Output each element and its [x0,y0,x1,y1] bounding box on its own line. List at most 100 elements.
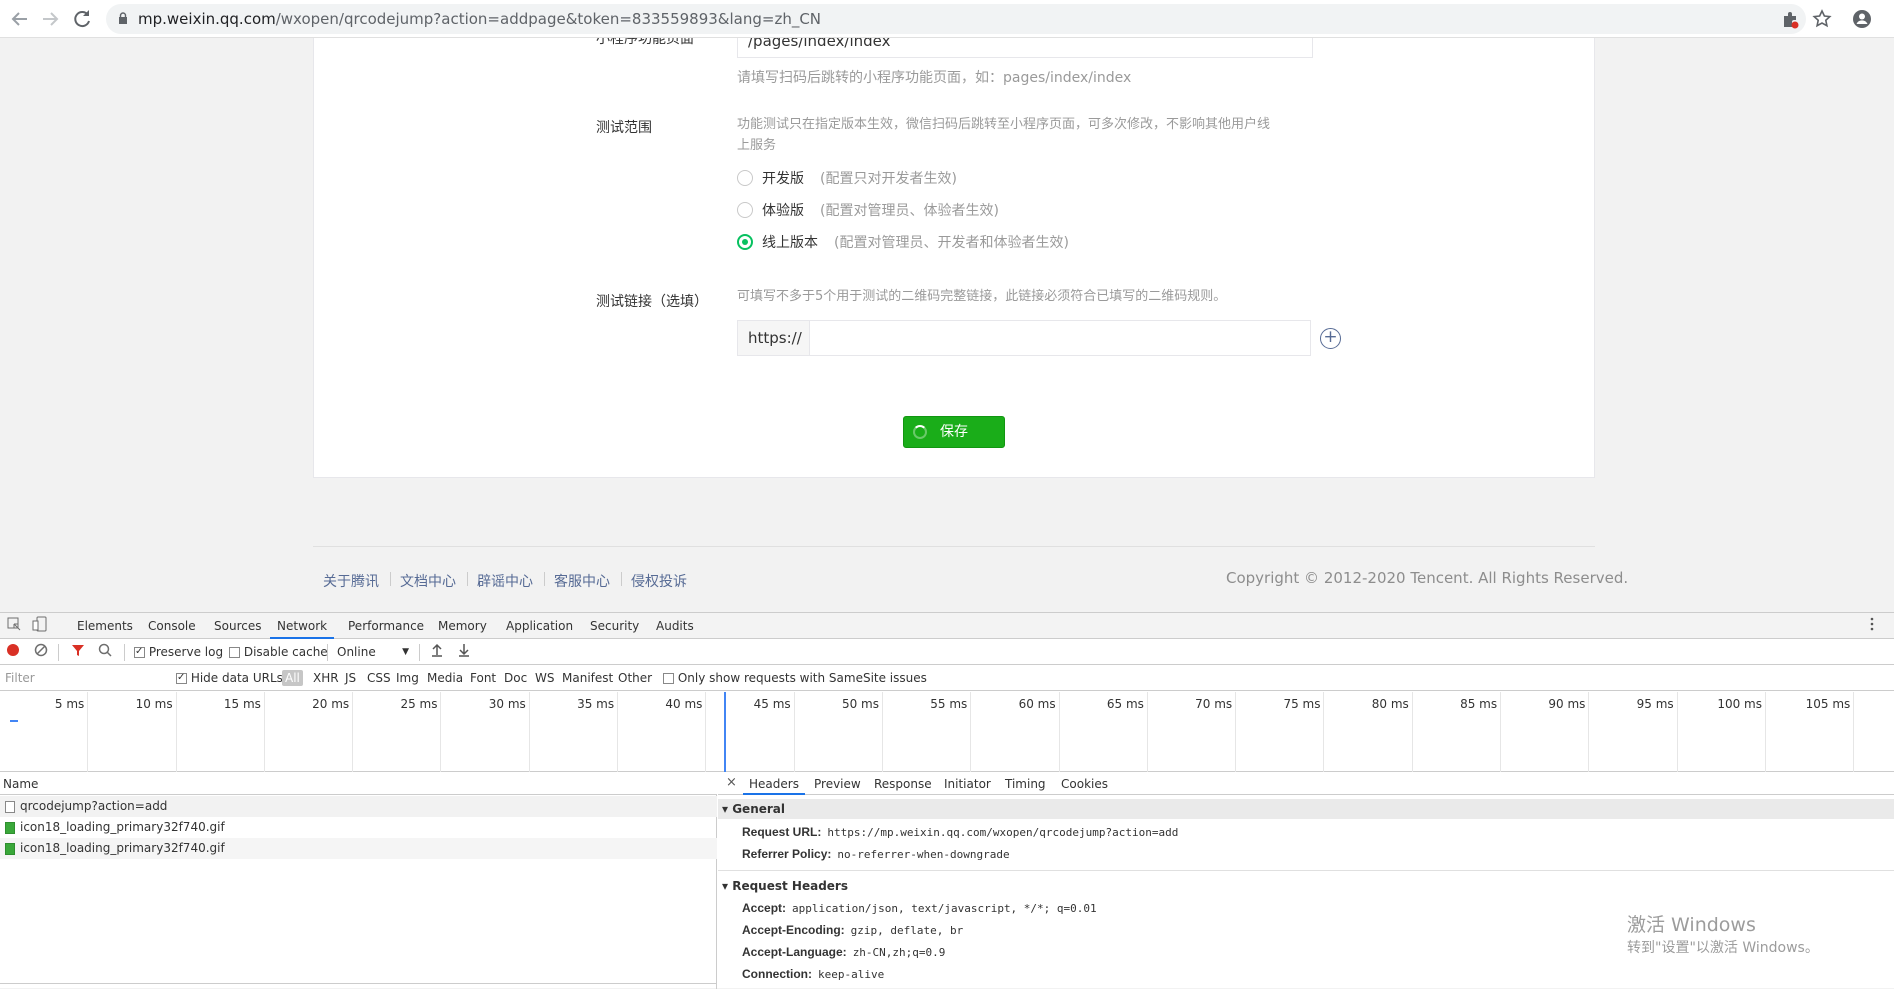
filter-type-manifest[interactable]: Manifest [562,671,613,685]
test-link-label: 测试链接（选填） [596,294,708,310]
footer-separator [544,572,545,586]
radio-release-note: (配置对管理员、开发者和体验者生效) [834,235,1069,251]
general-section-header[interactable]: ▾ General [718,799,1894,819]
add-link-icon[interactable]: + [1320,328,1341,349]
profile-icon[interactable] [1851,8,1873,30]
request-list: Name qrcodejump?action=add icon18_loadin… [0,773,717,989]
scope-hint-line1: 功能测试只在指定版本生效，微信扫码后跳转至小程序页面，可多次修改，不影响其他用户… [737,117,1271,132]
filter-input[interactable]: Filter [2,669,162,687]
radio-release[interactable]: 线上版本 (配置对管理员、开发者和体验者生效) [737,232,1069,252]
section-divider [718,870,1894,871]
timeline-tick-label: 60 ms [1018,697,1056,711]
inspect-element-icon[interactable] [4,616,24,636]
search-icon[interactable] [95,642,115,662]
tab-memory[interactable]: Memory [438,613,487,639]
header-value: zh-CN,zh;q=0.9 [852,946,946,959]
name-column-header[interactable]: Name [0,773,717,795]
preserve-log-label: Preserve log [148,645,224,659]
radio-dev-circle[interactable] [737,170,753,186]
lock-icon[interactable] [118,12,128,25]
footer-link-about[interactable]: 关于腾讯 [323,571,379,591]
timeline-tick: 65 ms [1060,692,1148,772]
page-path-input[interactable]: /pages/index/index [737,38,1313,58]
filter-type-img[interactable]: Img [396,671,419,685]
test-link-prefix: https:// [738,321,810,355]
footer-link-service[interactable]: 客服中心 [554,571,610,591]
filter-type-other[interactable]: Other [618,671,652,685]
hide-data-urls-checkbox[interactable]: Hide data URLs [176,670,283,686]
save-button[interactable]: 保存 [903,416,1005,448]
preserve-log-check[interactable] [134,644,145,660]
filter-type-js[interactable]: JS [345,671,356,685]
radio-trial[interactable]: 体验版 (配置对管理员、体验者生效) [737,200,999,220]
tab-preview[interactable]: Preview [814,773,861,795]
clear-icon[interactable] [31,642,51,662]
device-toolbar-icon[interactable] [30,616,50,636]
samesite-label: Only show requests with SameSite issues [677,671,927,685]
tab-application[interactable]: Application [506,613,573,639]
timeline-tick-label: 25 ms [400,697,438,711]
request-row[interactable]: qrcodejump?action=add [0,796,717,817]
footer-link-infringement[interactable]: 侵权投诉 [631,571,687,591]
close-icon[interactable]: × [726,773,737,793]
record-icon[interactable] [3,642,23,662]
filter-type-all[interactable]: All [282,670,303,686]
timeline-tick: 25 ms [353,692,442,772]
filter-type-font[interactable]: Font [470,671,496,685]
tab-initiator[interactable]: Initiator [944,773,991,795]
throttle-select[interactable]: Online ▼ [337,644,409,660]
filter-icon[interactable] [68,642,88,662]
request-name: qrcodejump?action=add [20,799,168,813]
disable-cache-checkbox[interactable]: Disable cache [229,644,328,660]
timeline-tick: 70 ms [1148,692,1237,772]
tab-headers[interactable]: Headers [743,773,805,795]
footer-link-rumor[interactable]: 辟谣中心 [477,571,533,591]
radio-release-circle[interactable] [737,234,753,250]
timeline-tick: 105 ms [1766,692,1855,772]
hide-data-urls-check[interactable] [176,670,187,686]
tab-performance[interactable]: Performance [348,613,424,639]
timeline-tick: 10 ms [88,692,177,772]
disable-cache-check[interactable] [229,647,240,658]
timeline-load-marker [724,692,726,772]
samesite-check[interactable] [663,673,674,684]
more-options-icon[interactable] [1862,616,1882,636]
radio-trial-circle[interactable] [737,202,753,218]
network-overview-timeline[interactable]: 105 ms 100 ms 95 ms 90 ms 85 ms 80 ms 75 ms 70 … [0,692,1894,772]
filter-bar: Filter Hide data URLs All XHR JS CSS Img… [0,666,1894,691]
header-key: Accept-Language: [742,945,847,959]
extension-icon[interactable] [1779,8,1801,30]
footer-link-docs[interactable]: 文档中心 [400,571,456,591]
export-har-icon[interactable] [454,642,474,662]
url-text[interactable]: mp.weixin.qq.com/wxopen/qrcodejump?actio… [138,10,821,28]
timeline-tick-label: 80 ms [1371,697,1409,711]
filter-type-css[interactable]: CSS [367,671,391,685]
back-icon[interactable] [8,7,32,31]
tab-sources[interactable]: Sources [214,613,261,639]
samesite-checkbox[interactable]: Only show requests with SameSite issues [663,670,927,686]
filter-type-doc[interactable]: Doc [504,671,527,685]
tab-cookies[interactable]: Cookies [1061,773,1108,795]
radio-dev[interactable]: 开发版 (配置只对开发者生效) [737,168,957,188]
tab-network[interactable]: Network [270,613,335,639]
preserve-log-checkbox[interactable]: Preserve log [134,644,223,660]
reload-icon[interactable] [70,7,94,31]
filter-type-media[interactable]: Media [427,671,463,685]
request-row[interactable]: icon18_loading_primary32f740.gif [0,817,717,838]
tab-security[interactable]: Security [590,613,639,639]
test-link-input[interactable]: https:// [737,320,1311,356]
timeline-tick-label: 45 ms [753,697,791,711]
request-headers-section-header[interactable]: ▾ Request Headers [718,876,1894,896]
tab-timing[interactable]: Timing [1005,773,1046,795]
tab-elements[interactable]: Elements [77,613,133,639]
tab-audits[interactable]: Audits [656,613,694,639]
request-row[interactable]: icon18_loading_primary32f740.gif [0,838,717,859]
forward-icon[interactable] [38,7,62,31]
filter-type-xhr[interactable]: XHR [313,671,339,685]
star-icon[interactable] [1811,8,1833,30]
tab-console[interactable]: Console [148,613,196,639]
address-bar[interactable]: mp.weixin.qq.com/wxopen/qrcodejump?actio… [106,4,1806,34]
tab-response[interactable]: Response [874,773,932,795]
import-har-icon[interactable] [427,642,447,662]
filter-type-ws[interactable]: WS [535,671,554,685]
